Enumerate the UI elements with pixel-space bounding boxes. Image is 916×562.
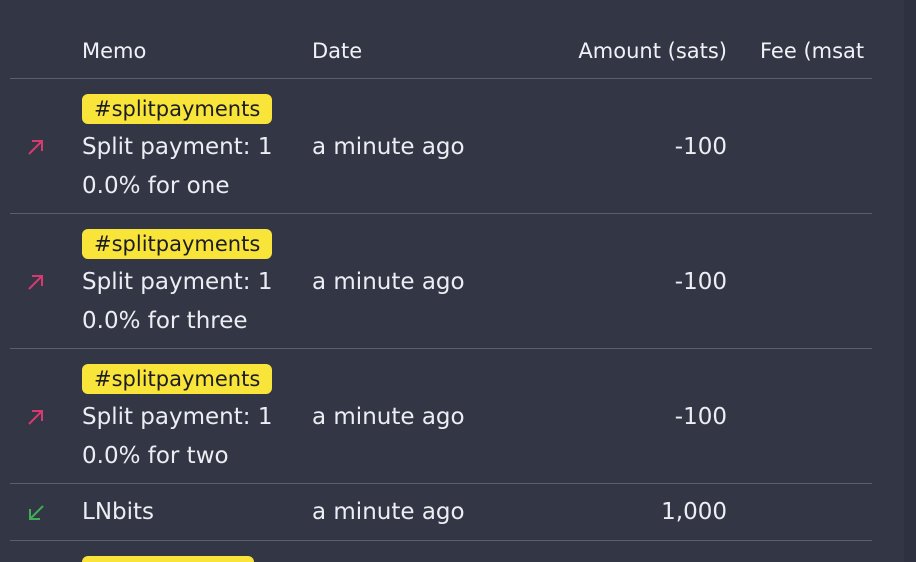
tag-badge[interactable]: #splitpayments <box>82 229 273 259</box>
amount-cell: -100 <box>674 269 727 295</box>
column-header-memo[interactable]: Memo <box>82 39 146 63</box>
payments-table: Memo Date Amount (sats) Fee (msat #split… <box>10 0 872 562</box>
amount-cell: -100 <box>674 134 727 160</box>
memo-text: 0.0% for two <box>82 443 229 469</box>
date-cell: a minute ago <box>312 499 465 525</box>
date-cell: a minute ago <box>312 404 465 430</box>
date-cell: a minute ago <box>312 134 465 160</box>
memo-text: 0.0% for three <box>82 308 248 334</box>
amount-cell: 1,000 <box>661 499 727 525</box>
arrow-up-right-icon <box>28 140 43 155</box>
memo-text: Split payment: 1 <box>82 404 273 430</box>
table-row[interactable]: #splitpayments Split payment: 1 0.0% for… <box>10 214 872 349</box>
memo-text: 0.0% for one <box>82 173 230 199</box>
arrow-up-right-icon <box>28 410 43 425</box>
memo-text: LNbits <box>82 499 155 525</box>
scrollbar[interactable] <box>904 0 916 562</box>
tag-badge[interactable]: #splitpayments <box>82 364 273 394</box>
table-row[interactable] <box>10 541 872 562</box>
memo-text: Split payment: 1 <box>82 269 273 295</box>
arrow-up-right-icon <box>28 275 43 290</box>
amount-cell: -100 <box>674 404 727 430</box>
memo-text: Split payment: 1 <box>82 134 273 160</box>
arrow-down-left-icon <box>29 505 44 520</box>
column-header-fee[interactable]: Fee (msat <box>760 39 864 63</box>
date-cell: a minute ago <box>312 269 465 295</box>
tag-badge[interactable] <box>82 556 254 562</box>
table-row[interactable]: LNbits a minute ago 1,000 <box>10 484 872 541</box>
table-row[interactable]: #splitpayments Split payment: 1 0.0% for… <box>10 79 872 214</box>
table-row[interactable]: #splitpayments Split payment: 1 0.0% for… <box>10 349 872 484</box>
column-header-date[interactable]: Date <box>312 39 362 63</box>
tag-badge[interactable]: #splitpayments <box>82 94 273 124</box>
table-header: Memo Date Amount (sats) Fee (msat <box>10 0 872 79</box>
column-header-amount[interactable]: Amount (sats) <box>578 39 727 63</box>
